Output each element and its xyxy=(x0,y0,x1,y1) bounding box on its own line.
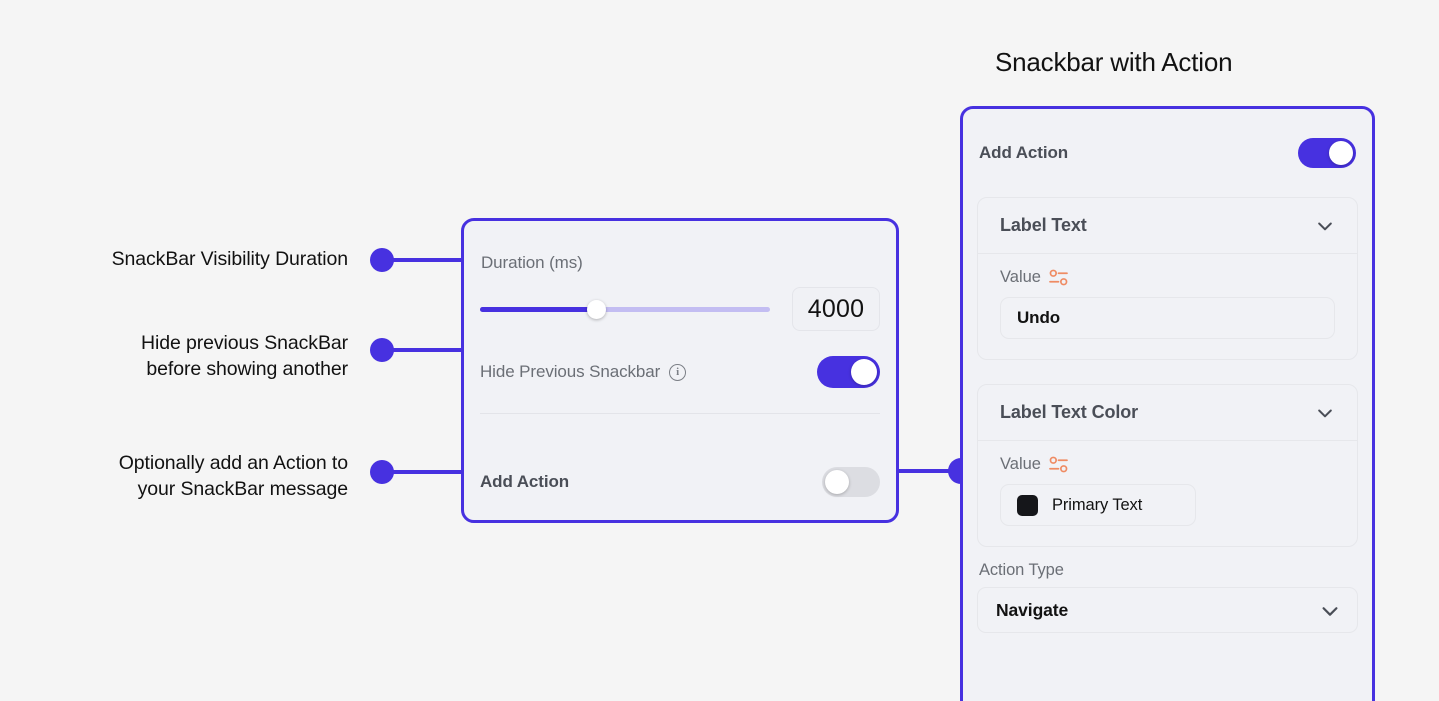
toggle-knob xyxy=(1329,141,1353,165)
connector-line-duration xyxy=(391,258,465,262)
property-body-label-text: Value Undo xyxy=(978,254,1357,359)
duration-value-input[interactable]: 4000 xyxy=(792,287,880,331)
page-title: Snackbar with Action xyxy=(995,47,1233,77)
hide-previous-snackbar-row: Hide Previous Snackbar i xyxy=(480,349,880,395)
connector-line-hide-previous xyxy=(391,348,465,352)
duration-slider-row: 4000 xyxy=(480,281,880,337)
add-action-label: Add Action xyxy=(480,472,570,491)
value-label-row: Value xyxy=(1000,268,1335,287)
annotation-label-add-action: Optionally add an Action to your SnackBa… xyxy=(118,452,348,500)
annotation-label-duration: SnackBar Visibility Duration xyxy=(111,248,348,270)
hide-previous-label-group: Hide Previous Snackbar i xyxy=(480,362,687,382)
action-type-select[interactable]: Navigate xyxy=(977,587,1358,633)
value-text: Primary Text xyxy=(1052,495,1143,514)
add-action-toggle[interactable] xyxy=(822,467,880,497)
snackbar-duration-panel: Duration (ms) 4000 Hide Previous Snackba… xyxy=(461,218,899,523)
chevron-down-icon[interactable] xyxy=(1319,600,1339,620)
hide-previous-toggle[interactable] xyxy=(817,356,880,388)
info-icon[interactable]: i xyxy=(669,363,687,381)
property-title: Label Text Color xyxy=(1000,402,1139,422)
property-card-label-text: Label Text Value Undo xyxy=(977,197,1358,360)
add-action-header-label: Add Action xyxy=(979,143,1069,162)
value-label: Value xyxy=(1000,455,1041,473)
toggle-knob xyxy=(851,359,877,385)
property-header-label-text-color[interactable]: Label Text Color xyxy=(978,385,1357,441)
panel-divider xyxy=(480,413,880,414)
annotation-label-hide-previous: Hide previous SnackBar before showing an… xyxy=(141,332,348,380)
value-text: Undo xyxy=(1017,308,1061,327)
action-type-value: Navigate xyxy=(996,599,1069,620)
chevron-down-icon[interactable] xyxy=(1315,216,1335,236)
value-label-row: Value xyxy=(1000,455,1335,474)
add-action-header-toggle[interactable] xyxy=(1298,138,1356,168)
property-card-label-text-color: Label Text Color Value Primary Text xyxy=(977,384,1358,547)
property-header-label-text[interactable]: Label Text xyxy=(978,198,1357,254)
snackbar-action-panel: Add Action Label Text Value Undo Label T… xyxy=(960,106,1375,701)
slider-thumb[interactable] xyxy=(587,299,606,319)
add-action-row: Add Action xyxy=(480,460,880,504)
hide-previous-label: Hide Previous Snackbar xyxy=(480,362,661,381)
property-title: Label Text xyxy=(1000,215,1087,235)
chevron-down-icon[interactable] xyxy=(1315,403,1335,423)
property-body-label-text-color: Value Primary Text xyxy=(978,441,1357,546)
add-action-header-row: Add Action xyxy=(977,109,1358,197)
connector-line-add-action xyxy=(391,470,465,474)
action-type-label: Action Type xyxy=(979,561,1064,579)
tune-icon[interactable] xyxy=(1049,269,1068,286)
duration-label: Duration (ms) xyxy=(481,253,583,272)
duration-slider[interactable] xyxy=(480,298,770,320)
value-input-label-text[interactable]: Undo xyxy=(1000,297,1335,339)
diagram-canvas: SnackBar Visibility Duration Hide previo… xyxy=(0,0,1439,701)
slider-fill xyxy=(480,306,596,312)
color-swatch[interactable] xyxy=(1017,494,1038,516)
toggle-knob xyxy=(825,470,849,494)
tune-icon[interactable] xyxy=(1049,456,1068,473)
value-label: Value xyxy=(1000,268,1041,286)
value-input-label-text-color[interactable]: Primary Text xyxy=(1000,484,1196,526)
